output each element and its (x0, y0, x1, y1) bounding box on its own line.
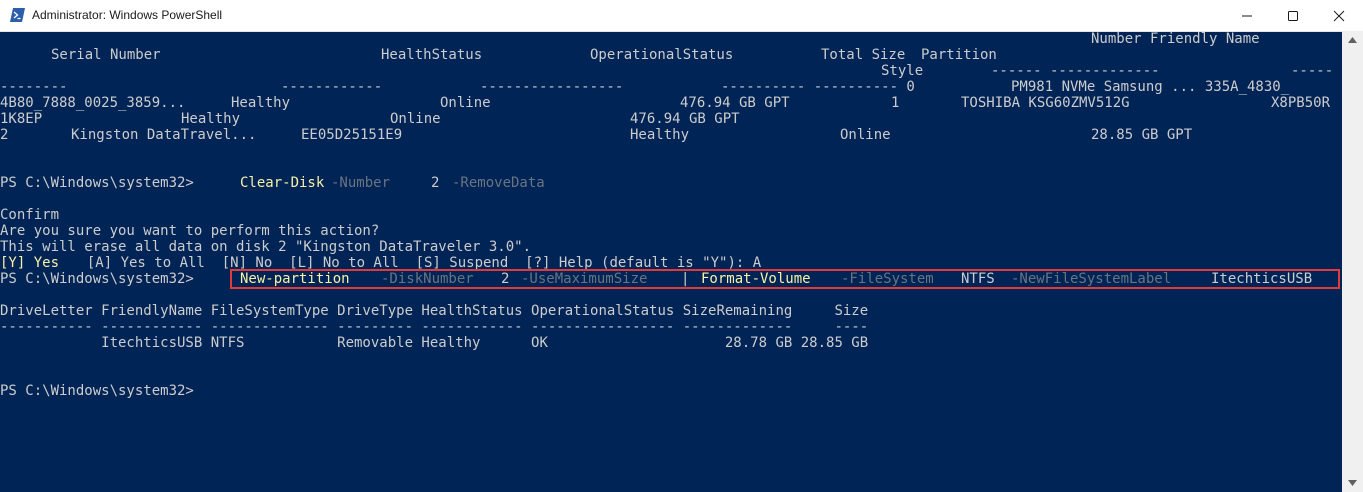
row0-health: Healthy (231, 95, 291, 111)
confirm-detail-text: This will erase all data on disk 2 "King… (0, 239, 532, 255)
dashes-serial-tail: ----- (1291, 63, 1334, 79)
close-button[interactable] (1316, 0, 1362, 31)
command-line-clear-disk: PS C:\Windows\system32> Clear-Disk -Numb… (0, 175, 545, 191)
confirm-title-text: Confirm (0, 207, 60, 223)
title-bar[interactable]: Administrator: Windows PowerShell (0, 0, 1363, 32)
volume-table-header: DriveLetter FriendlyName FileSystemType … (0, 303, 868, 319)
prompt: PS C:\Windows\system32> (0, 175, 194, 191)
cmdlet-clear-disk: Clear-Disk (240, 175, 325, 191)
dashes-health: ------------ (281, 79, 383, 95)
prompt: PS C:\Windows\system32> (0, 383, 194, 399)
console-output[interactable]: Number Friendly Name Serial Number Healt… (0, 31, 1342, 492)
param-number: -Number (331, 175, 391, 191)
row1-serial: 1K8EP (0, 111, 43, 127)
command-line-new-partition: PS C:\Windows\system32> New-partition -D… (0, 271, 1312, 287)
choice-yes: [Y] Yes (0, 255, 60, 271)
scroll-down-arrow-icon[interactable] (1348, 480, 1357, 486)
close-icon (1333, 10, 1345, 22)
disk-row-2: 2 Kingston DataTravel... EE05D25151E9 He… (0, 127, 1192, 143)
current-prompt-line[interactable]: PS C:\Windows\system32> (0, 383, 194, 399)
powershell-icon (10, 8, 25, 22)
row2-size: 28.85 GB GPT (1091, 127, 1193, 143)
row2-number: 2 (0, 127, 9, 143)
header-serial-number: Serial Number (51, 47, 161, 63)
row1-health: Healthy (181, 111, 241, 127)
row2-op: Online (840, 127, 891, 143)
row1-op: Online (390, 111, 441, 127)
disk-row-0: 4B80_7888_0025_3859... Healthy Online 47… (0, 95, 1330, 111)
confirm-question-text: Are you sure you want to perform this ac… (0, 223, 380, 239)
header-partition: Partition (921, 47, 997, 63)
disk-table-header-style: Style (0, 63, 923, 79)
scroll-up-arrow-icon[interactable] (1348, 37, 1357, 43)
header-style: Style (881, 63, 924, 79)
row0-op: Online (440, 95, 491, 111)
disk-table-header: Serial Number HealthStatus OperationalSt… (0, 47, 997, 63)
volume-header-text: DriveLetter FriendlyName FileSystemType … (0, 303, 869, 319)
row1-size: 476.94 GB GPT (630, 111, 740, 127)
dashes-friendly: ------ ------------- (991, 63, 1160, 79)
volume-table-dashes: ----------- ------------ -------------- … (0, 319, 868, 335)
row2-serial: EE05D25151E9 (301, 127, 403, 143)
row2-health: Healthy (630, 127, 690, 143)
maximize-button[interactable] (1270, 0, 1316, 31)
vertical-scrollbar[interactable] (1342, 31, 1363, 492)
header-operational-status: OperationalStatus (590, 47, 734, 63)
volume-table-row: ItechticsUSB NTFS Removable Healthy OK 2… (0, 335, 868, 351)
param-remove-data: -RemoveData (452, 175, 545, 191)
header-health-status: HealthStatus (381, 47, 483, 63)
header-number-friendly-name: Number Friendly Name (1091, 31, 1260, 47)
volume-row-text: ItechticsUSB NTFS Removable Healthy OK 2… (0, 335, 869, 351)
dashes-op: ----------------- (480, 79, 624, 95)
row1-number: 1 (891, 95, 900, 111)
dashes-size-number: ---------- ---------- 0 (721, 79, 915, 95)
confirm-title: Confirm (0, 207, 59, 223)
value-number: 2 (431, 175, 440, 191)
disk-row-1: 1K8EP Healthy Online 476.94 GB GPT (0, 111, 740, 127)
disk-table-dashes-2: ------ ------------- ----- (0, 63, 1333, 95)
row0-name: PM981 NVMe Samsung ... 335A_4830_ (1011, 79, 1290, 95)
powershell-window: Administrator: Windows PowerShell Number… (0, 0, 1363, 492)
row0-size: 476.94 GB GPT (680, 95, 790, 111)
minimize-button[interactable] (1224, 0, 1270, 31)
volume-dashes-text: ----------- ------------ -------------- … (0, 319, 869, 335)
row1-name: TOSHIBA KSG60ZMV512G (961, 95, 1130, 111)
confirm-detail: This will erase all data on disk 2 "King… (0, 239, 531, 255)
maximize-icon (1288, 11, 1298, 21)
disk-table-header-top: Number Friendly Name (0, 31, 1260, 47)
row0-serial: 4B80_7888_0025_3859... (0, 95, 186, 111)
command-highlight-box (230, 269, 1340, 289)
header-total-size: Total Size (821, 47, 906, 63)
prompt: PS C:\Windows\system32> (0, 271, 194, 287)
window-title: Administrator: Windows PowerShell (32, 8, 223, 22)
row1-serial-tail: X8PB50R (1271, 95, 1331, 111)
confirm-question: Are you sure you want to perform this ac… (0, 223, 379, 239)
minimize-icon (1242, 15, 1252, 17)
confirm-choices: [Y] Yes [A] Yes to All [N] No [L] No to … (0, 255, 761, 271)
row2-name: Kingston DataTravel... (71, 127, 257, 143)
